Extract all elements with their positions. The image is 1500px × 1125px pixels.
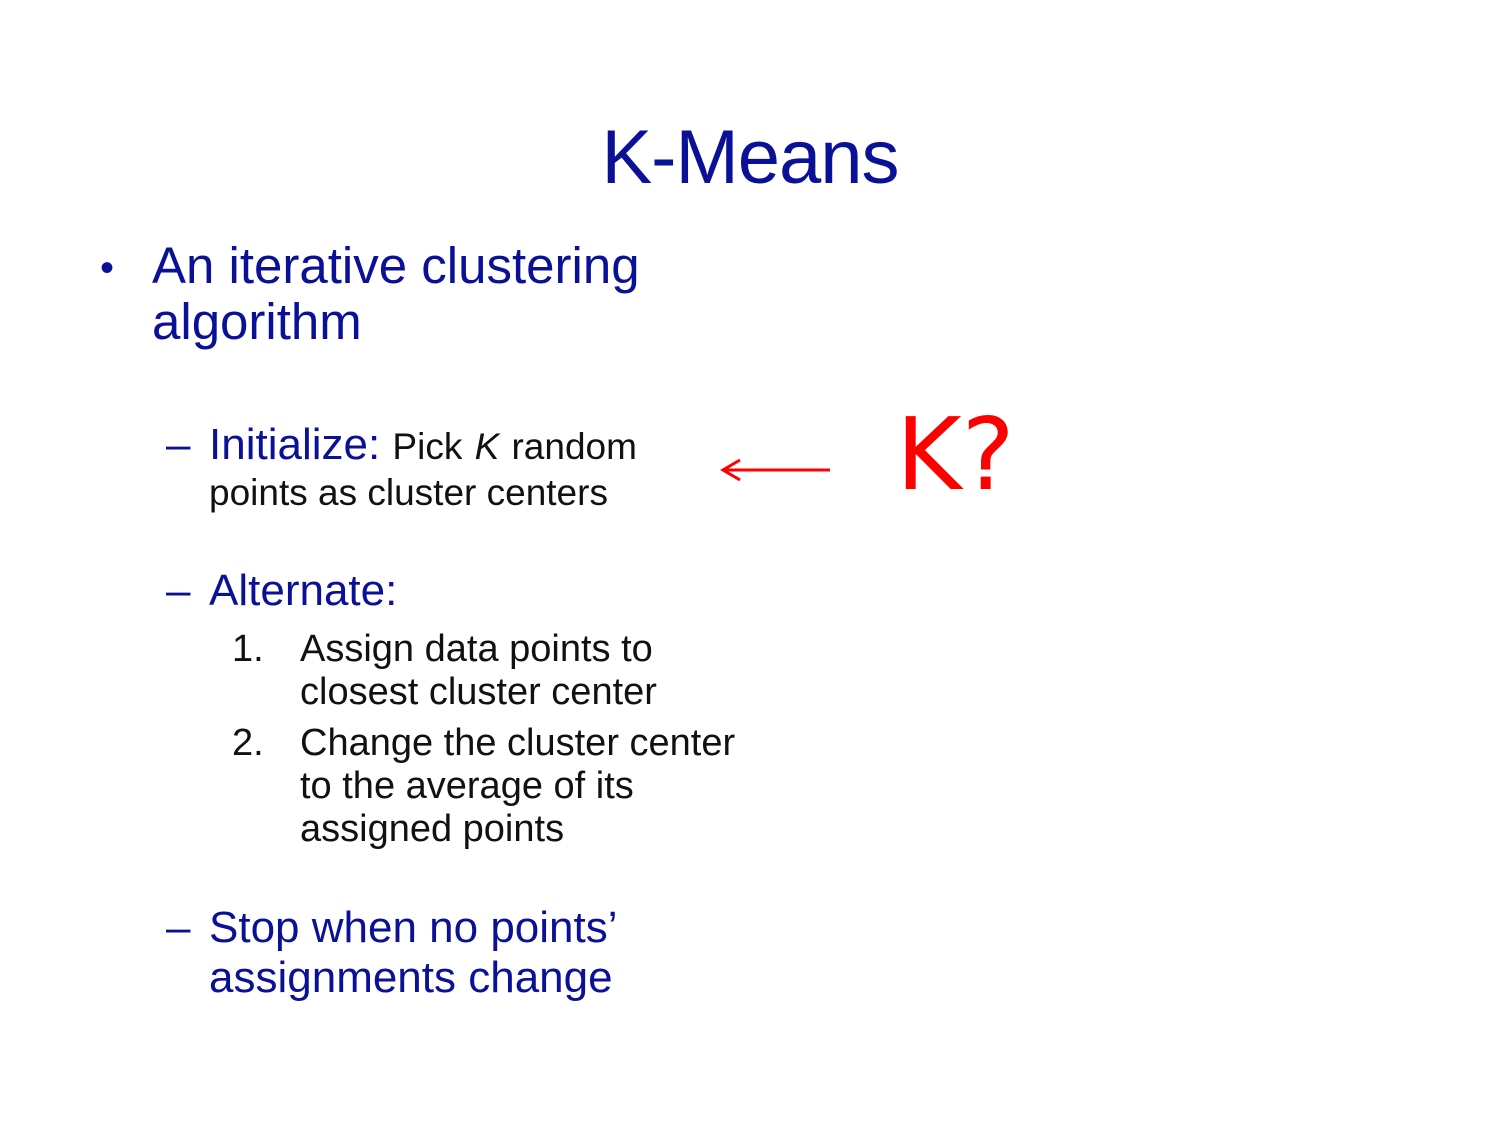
alternate-steps-list: 1. Assign data points to closest cluster… xyxy=(232,628,752,859)
initialize-label: Initialize: xyxy=(209,420,381,469)
slide-title: K-Means xyxy=(601,115,899,200)
step-text: Assign data points to closest cluster ce… xyxy=(300,628,657,713)
step-text: Change the cluster center to the average… xyxy=(300,722,736,850)
slide: K-Means • An iterative clustering algori… xyxy=(0,0,1500,1125)
list-item: 2. Change the cluster center to the aver… xyxy=(232,722,752,851)
bullet-dot-icon: • xyxy=(100,246,115,290)
list-item: 1. Assign data points to closest cluster… xyxy=(232,628,752,714)
alternate-label: Alternate: xyxy=(209,566,398,615)
main-bullet-text: An iterative clustering algorithm xyxy=(152,237,640,350)
stop-text: Stop when no points’ assignments change xyxy=(209,903,616,1002)
arrow-left-icon xyxy=(720,458,830,482)
initialize-text-before-k: Pick xyxy=(392,426,463,467)
dash-icon: – xyxy=(166,420,191,469)
dash-icon: – xyxy=(166,903,191,952)
initialize-line2: points as cluster centers xyxy=(209,472,608,513)
step-number: 2. xyxy=(232,722,264,764)
dash-icon: – xyxy=(166,566,191,615)
step-number: 1. xyxy=(232,628,264,670)
initialize-k-variable: K xyxy=(474,426,500,467)
k-annotation: K? xyxy=(896,396,1015,513)
initialize-text-after-k: random xyxy=(511,426,637,467)
initialize-body: Initialize: Pick K random points as clus… xyxy=(209,422,637,516)
